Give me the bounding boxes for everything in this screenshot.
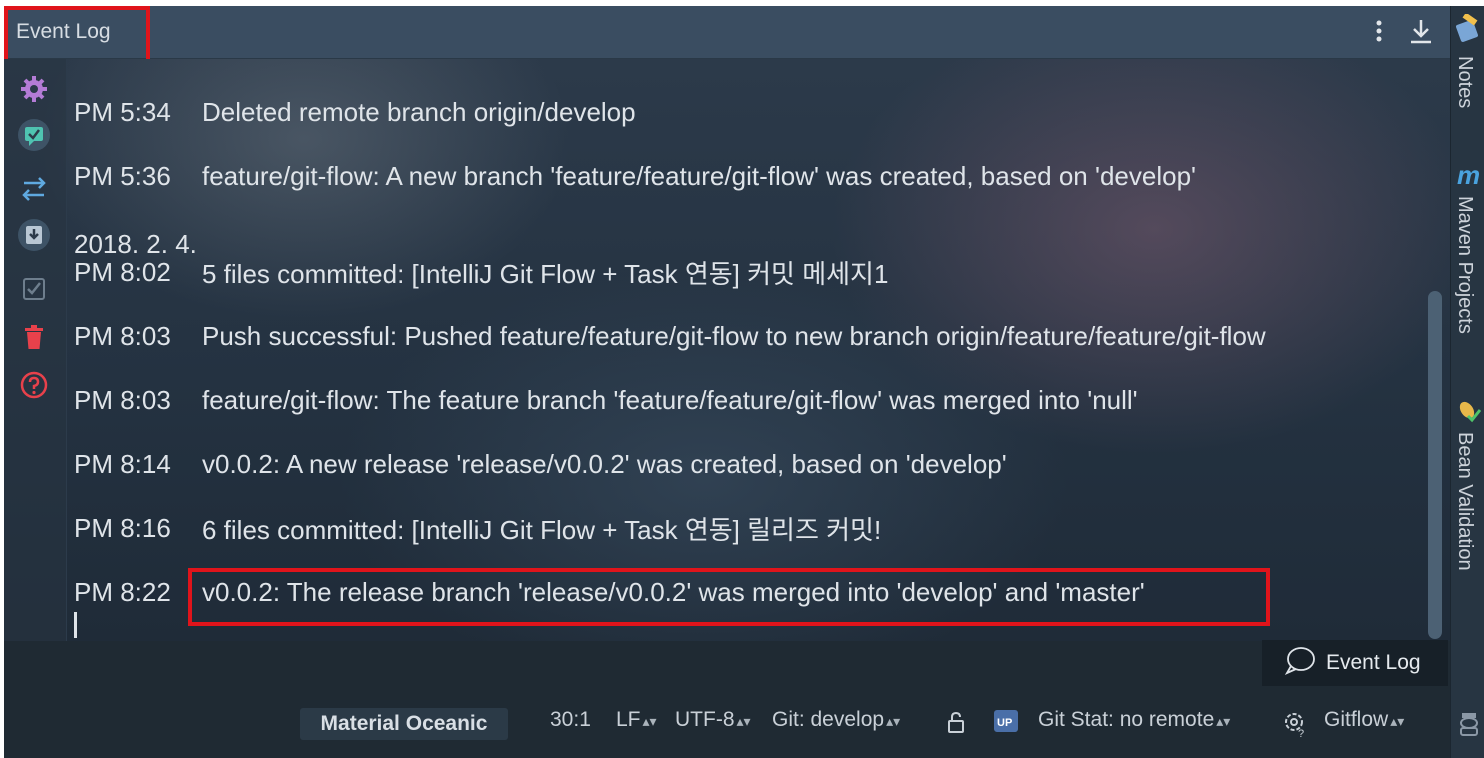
log-message[interactable]: 6 files committed: [IntelliJ Git Flow + …	[202, 510, 881, 547]
git-stat-value: Git Stat: no remote	[1038, 708, 1215, 731]
tool-tab-notes[interactable]: Notes	[1453, 56, 1476, 108]
encoding-value: UTF-8	[675, 708, 735, 731]
panel-title: Event Log	[16, 20, 111, 43]
gitflow-widget[interactable]: Gitflow ▴▾	[1324, 708, 1404, 732]
log-entry: PM 8:14 v0.0.2: A new release 'release/v…	[74, 444, 1007, 484]
more-options-icon[interactable]	[1364, 16, 1394, 46]
log-message[interactable]: v0.0.2: A new release 'release/v0.0.2' w…	[202, 449, 1007, 480]
gitflow-value: Gitflow	[1324, 708, 1389, 731]
gitflow-settings-icon[interactable]: ?	[1280, 708, 1310, 742]
right-tool-window-bar: Notes m Maven Projects Bean Validation	[1450, 6, 1484, 758]
log-time: PM 5:34	[74, 96, 171, 127]
tool-tab-maven-projects[interactable]: Maven Projects	[1453, 196, 1476, 334]
caret-position[interactable]: 30:1	[550, 708, 591, 732]
log-time: PM 8:02	[74, 256, 171, 287]
bean-validation-icon	[1457, 398, 1482, 428]
updown-arrow-icon: ▴▾	[736, 713, 751, 729]
upsource-icon[interactable]: UP	[992, 706, 1024, 740]
hide-panel-icon[interactable]	[1406, 16, 1436, 46]
log-message[interactable]: feature/git-flow: The feature branch 'fe…	[202, 385, 1138, 416]
event-log-header: Event Log	[4, 6, 1450, 59]
svg-text:?: ?	[1298, 728, 1304, 738]
log-entry: PM 8:16 6 files committed: [IntelliJ Git…	[74, 508, 881, 548]
status-bar: Material Oceanic 30:1 LF ▴▾ UTF-8 ▴▾ Git: …	[4, 686, 1450, 758]
ide-window: Event Log PM 5:34 Deleted remote branch …	[4, 6, 1484, 758]
updown-arrow-icon: ▴▾	[1216, 713, 1231, 729]
git-stat-widget[interactable]: Git Stat: no remote ▴▾	[1038, 708, 1230, 732]
log-time: PM 8:03	[74, 384, 171, 415]
maven-icon: m	[1457, 160, 1481, 190]
log-entry: PM 5:34 Deleted remote branch origin/dev…	[74, 92, 636, 132]
lock-icon[interactable]	[946, 710, 966, 738]
theme-badge[interactable]: Material Oceanic	[300, 708, 508, 740]
settings-icon[interactable]	[18, 73, 50, 105]
updown-arrow-icon: ▴▾	[642, 713, 657, 729]
left-toolbar	[4, 59, 67, 641]
log-message[interactable]: Push successful: Pushed feature/feature/…	[202, 321, 1266, 352]
help-icon[interactable]	[18, 369, 50, 401]
text-caret	[74, 612, 77, 638]
encoding-widget[interactable]: UTF-8 ▴▾	[675, 708, 751, 732]
sync-icon[interactable]	[18, 173, 50, 205]
vcs-branch-widget[interactable]: Git: develop ▴▾	[772, 708, 900, 732]
line-separator-widget[interactable]: LF ▴▾	[616, 708, 657, 732]
scroll-to-end-icon[interactable]	[18, 219, 50, 251]
notes-icon	[1455, 12, 1481, 48]
line-separator-value: LF	[616, 708, 641, 731]
log-time: PM 8:16	[74, 512, 171, 543]
vcs-branch-value: Git: develop	[772, 708, 885, 731]
updown-arrow-icon: ▴▾	[1390, 713, 1405, 729]
log-entry: PM 5:36 feature/git-flow: A new branch '…	[74, 156, 1196, 196]
tool-tab-bean-validation[interactable]: Bean Validation	[1453, 432, 1476, 571]
event-log-content: PM 5:34 Deleted remote branch origin/dev…	[4, 59, 1450, 641]
log-message[interactable]: Deleted remote branch origin/develop	[202, 97, 636, 128]
updown-arrow-icon: ▴▾	[886, 713, 901, 729]
log-message[interactable]: v0.0.2: The release branch 'release/v0.0…	[202, 577, 1145, 608]
log-message[interactable]: feature/git-flow: A new branch 'feature/…	[202, 161, 1196, 192]
chat-bubble-icon	[1284, 646, 1316, 680]
checkbox-icon[interactable]	[18, 273, 50, 305]
log-time: PM 8:22	[74, 576, 171, 607]
event-log-tool-button[interactable]: Event Log	[1262, 640, 1448, 686]
event-log-tool-label: Event Log	[1326, 651, 1421, 674]
scrollbar-thumb[interactable]	[1428, 291, 1442, 639]
log-entry: PM 8:03 feature/git-flow: The feature br…	[74, 380, 1138, 420]
trash-icon[interactable]	[18, 321, 50, 353]
log-time: PM 8:03	[74, 320, 171, 351]
log-entry: PM 8:02 5 files committed: [IntelliJ Git…	[74, 252, 888, 292]
log-time: PM 8:14	[74, 448, 171, 479]
log-entry: PM 8:03 Push successful: Pushed feature/…	[74, 316, 1266, 356]
mark-all-read-icon[interactable]	[18, 119, 50, 151]
log-entry: PM 8:22 v0.0.2: The release branch 'rele…	[74, 572, 1145, 612]
log-message[interactable]: 5 files committed: [IntelliJ Git Flow + …	[202, 254, 888, 291]
log-time: PM 5:36	[74, 160, 171, 191]
inspector-icon[interactable]	[1457, 710, 1481, 742]
svg-text:UP: UP	[997, 717, 1012, 729]
